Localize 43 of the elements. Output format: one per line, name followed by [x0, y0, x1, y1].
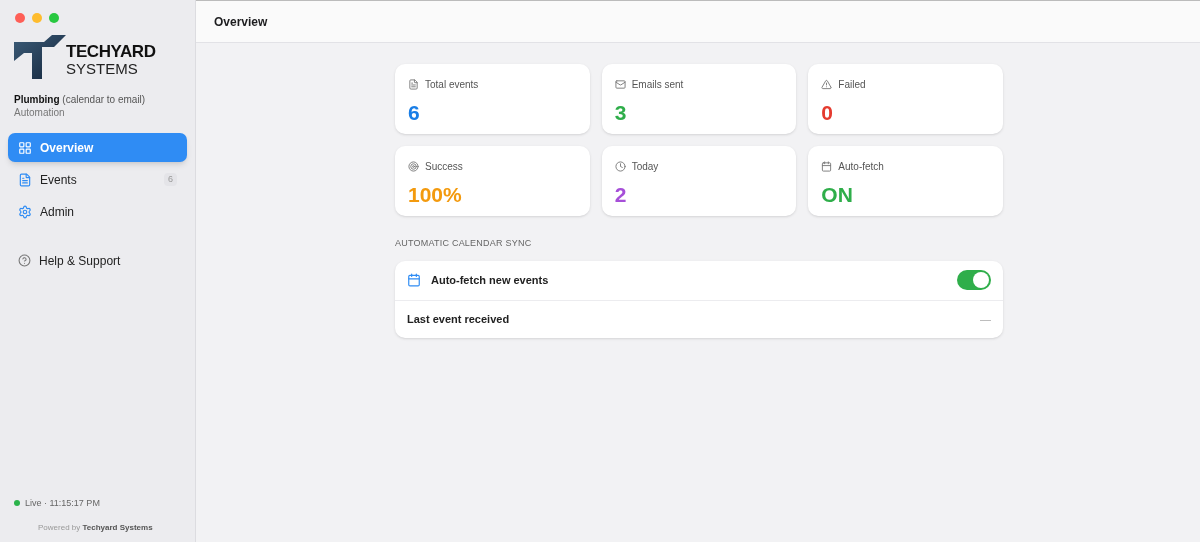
- nav-item[interactable]: Events 6: [8, 165, 187, 194]
- stat-label: Success: [425, 160, 463, 174]
- close-button[interactable]: [15, 13, 25, 23]
- grid-icon: [18, 140, 32, 155]
- logo-icon: [14, 35, 66, 79]
- stat-label: Today: [631, 160, 659, 174]
- document-icon: [18, 172, 32, 187]
- last-event-value: —: [980, 311, 991, 327]
- count-badge: 6: [164, 172, 177, 187]
- calendar-icon: [407, 273, 421, 287]
- zoom-button[interactable]: [49, 13, 59, 23]
- document-icon: [408, 79, 419, 90]
- target-icon: [408, 161, 419, 172]
- stat-label: Total events: [425, 78, 479, 92]
- stat-value: 0: [821, 100, 834, 126]
- envelope-icon: [614, 79, 626, 90]
- stat-label: Emails sent: [631, 78, 684, 92]
- page-title: Overview: [214, 13, 268, 31]
- calendar-icon: [821, 161, 833, 172]
- help-link[interactable]: Help & Support: [8, 246, 187, 275]
- powered-by-text: Powered by Techyard Systems: [38, 522, 154, 534]
- toggle-switch[interactable]: [957, 270, 991, 290]
- section-heading: AUTOMATIC CALENDAR SYNC: [395, 237, 533, 250]
- clock-icon: [614, 161, 626, 172]
- status-text: Live · 11:15:17 PM: [25, 496, 100, 510]
- logo-text: TECHYARD: [66, 42, 156, 60]
- stat-value: 100%: [408, 182, 463, 208]
- stat-label: Auto-fetch: [838, 160, 884, 174]
- last-event-label: Last event received: [407, 311, 511, 327]
- warning-icon: [821, 79, 833, 90]
- settings-icon: [18, 204, 32, 219]
- nav-item[interactable]: Admin: [8, 197, 187, 226]
- minimize-button[interactable]: [32, 13, 42, 23]
- stat-value: 6: [408, 100, 421, 126]
- stat-value: 2: [614, 182, 628, 208]
- logo-subtext: SYSTEMS: [66, 60, 139, 76]
- stat-value: 3: [614, 100, 628, 126]
- workspace-subtitle: Automation: [14, 106, 66, 119]
- stat-label: Failed: [838, 78, 866, 92]
- help-icon: [18, 254, 31, 267]
- stat-value: ON: [821, 182, 854, 208]
- toggle-label: Auto-fetch new events: [431, 272, 550, 288]
- workspace-name: Plumbing (calendar to email): [14, 93, 147, 106]
